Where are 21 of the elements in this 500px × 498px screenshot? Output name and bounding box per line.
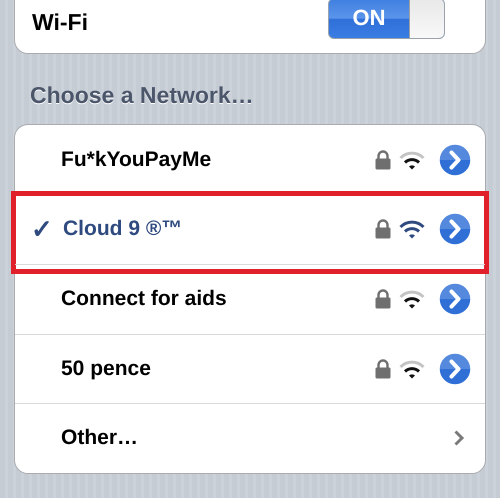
network-name: Connect for aids [61, 287, 227, 312]
wifi-signal-icon [399, 358, 425, 379]
checkmark: ✓ [31, 214, 53, 245]
network-name: 50 pence [61, 356, 151, 381]
detail-disclosure-icon[interactable] [437, 350, 473, 387]
network-name: Fu*kYouPayMe [61, 148, 212, 172]
section-header: Choose a Network… [30, 81, 255, 110]
network-row[interactable]: Connect for aids [15, 264, 485, 334]
network-name: Cloud 9 ®™ [63, 217, 182, 242]
network-row[interactable]: ✓ Cloud 9 ®™ [15, 194, 485, 264]
wifi-signal-icon [399, 289, 425, 310]
wifi-signal-icon [399, 219, 425, 240]
wifi-signal-icon [399, 150, 425, 170]
wifi-label: Wi-Fi [32, 8, 88, 36]
network-row[interactable]: 50 pence [15, 334, 485, 403]
other-network-item[interactable]: Other… [61, 426, 138, 450]
detail-disclosure-icon[interactable] [437, 281, 473, 318]
network-row[interactable]: Fu*kYouPayMe [15, 125, 485, 194]
chevron-icon [453, 429, 465, 448]
detail-disclosure-icon[interactable] [437, 142, 473, 178]
detail-disclosure-icon[interactable] [437, 211, 473, 248]
